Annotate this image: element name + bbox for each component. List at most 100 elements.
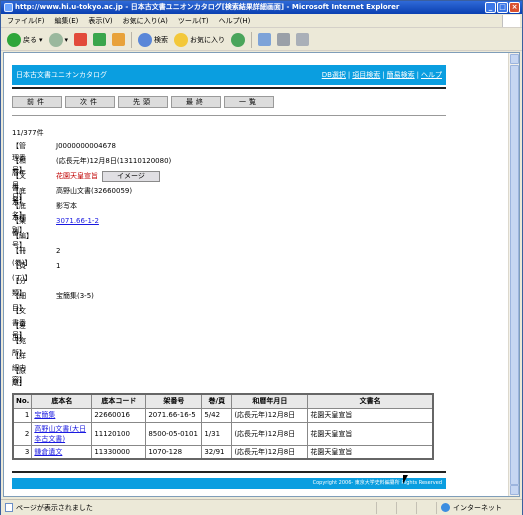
base-name-link[interactable]: 鎌倉遺文 [34, 448, 62, 456]
col-date: 和暦年月日 [231, 393, 309, 409]
page-icon [5, 503, 13, 512]
zone-label: インターネット [453, 503, 502, 512]
cell-date: (応長元年)12月8日 [231, 444, 309, 460]
list-button[interactable]: 一覧 [224, 96, 274, 108]
mail-icon[interactable] [258, 33, 272, 46]
forward-arrow-icon [48, 32, 63, 47]
cell-date: (応長元年)12月8日 [231, 407, 309, 423]
menu-favorites[interactable]: お気に入り(A) [123, 16, 168, 26]
table-row: 1 宝簡集 22660016 2071.66-16-5 5/42 (応長元年)1… [12, 407, 434, 423]
table-row: 3 鎌倉遺文 11330000 1070-128 32/91 (応長元年)12月… [12, 444, 434, 460]
record-count: 11/377件 [12, 129, 44, 137]
cell-no: 3 [12, 444, 33, 460]
cell-base-name: 高野山文書(大日本古文書) [31, 421, 93, 446]
cell-volume-page: 1/31 [201, 421, 233, 446]
forward-button[interactable]: ▾ [48, 32, 68, 47]
cell-no: 2 [12, 421, 33, 446]
help-link[interactable]: ヘルプ [421, 65, 442, 85]
cell-base-name: 宝簡集 [31, 407, 93, 423]
col-base-name: 底本名 [31, 393, 93, 409]
cell-date: (応長元年)12月8日 [231, 421, 309, 446]
scroll-thumb[interactable] [510, 65, 519, 485]
related-records-table: No. 底本名 底本コード 架番号 巻/頁 和暦年月日 文書名 1 宝簡集 22… [12, 393, 434, 460]
minimize-button[interactable]: _ [485, 2, 496, 13]
print-icon[interactable] [277, 33, 291, 46]
edit-icon[interactable] [296, 33, 310, 46]
back-label: 戻る [23, 35, 37, 44]
status-cell [396, 501, 416, 514]
menu-view[interactable]: 表示(V) [88, 16, 112, 26]
browser-window: http://www.hi.u-tokyo.ac.jp - 日本古文書ユニオンカ… [0, 0, 523, 515]
search-button[interactable]: 検索 [138, 32, 168, 47]
db-select-link[interactable]: DB選択 [322, 65, 346, 85]
cell-shelf-number: 8500-05-0101 [145, 421, 203, 446]
cell-shelf-number: 1070-128 [145, 444, 203, 460]
footer-divider [12, 471, 446, 473]
menu-edit[interactable]: 編集(E) [55, 16, 79, 26]
record-nav: 前件 次件 先頭 最終 一覧 [12, 96, 274, 108]
toolbar-separator [251, 31, 253, 48]
status-cell [416, 501, 436, 514]
field-value: 1 [56, 262, 61, 270]
header-links: DB選択 | 項目検索 | 簡易検索 | ヘルプ [322, 65, 442, 85]
next-record-button[interactable]: 次件 [65, 96, 115, 108]
cell-base-name: 鎌倉遺文 [31, 444, 93, 460]
col-shelf-number: 架番号 [145, 393, 203, 409]
menu-bar: ファイル(F) 編集(E) 表示(V) お気に入り(A) ツール(T) ヘルプ(… [1, 14, 522, 28]
field-value: J0000000004678 [56, 142, 116, 150]
site-header: 日本古文書ユニオンカタログ DB選択 | 項目検索 | 簡易検索 | ヘルプ [12, 65, 446, 85]
col-volume-page: 巻/頁 [201, 393, 233, 409]
page-footer: Copyright 2006- 東京大学史料編纂所 Rights Reserve… [12, 471, 446, 489]
home-icon[interactable] [112, 33, 126, 46]
windows-logo-icon [502, 15, 520, 27]
back-arrow-icon [7, 32, 21, 47]
title-bar: http://www.hi.u-tokyo.ac.jp - 日本古文書ユニオンカ… [1, 1, 522, 14]
cell-document-name: 花園天皇宣旨 [307, 421, 434, 446]
last-record-button[interactable]: 最終 [171, 96, 221, 108]
cell-document-name: 花園天皇宣旨 [307, 407, 434, 423]
field-label: 【編】 [12, 232, 33, 240]
menu-tools[interactable]: ツール(T) [178, 16, 209, 26]
header-divider [12, 87, 446, 89]
status-cell [376, 501, 396, 514]
scroll-up-button[interactable] [510, 54, 519, 64]
favorites-label: お気に入り [190, 35, 226, 44]
page-content: 日本古文書ユニオンカタログ DB選択 | 項目検索 | 簡易検索 | ヘルプ 前件 次… [3, 52, 520, 497]
stop-icon[interactable] [74, 33, 88, 46]
base-name-link[interactable]: 宝簡集 [34, 411, 55, 419]
field-value: (応長元年)12月8日(13110120080) [56, 157, 172, 165]
maximize-button[interactable]: □ [497, 2, 508, 13]
back-button[interactable]: 戻る ▾ [7, 32, 43, 47]
cell-base-code: 11330000 [91, 444, 147, 460]
cell-base-code: 11120100 [91, 421, 147, 446]
table-row: 2 高野山文書(大日本古文書) 11120100 8500-05-0101 1/… [12, 421, 434, 446]
menu-help[interactable]: ヘルプ(H) [219, 16, 251, 26]
first-record-button[interactable]: 先頭 [118, 96, 168, 108]
favorites-button[interactable]: お気に入り [174, 32, 226, 47]
cell-base-code: 22660016 [91, 407, 147, 423]
menu-file[interactable]: ファイル(F) [7, 16, 45, 26]
cell-volume-page: 5/42 [201, 407, 233, 423]
status-bar: ページが表示されました インターネット [1, 499, 522, 515]
base-name-link[interactable]: 高野山文書(大日本古文書) [34, 425, 86, 443]
field-value: 影写本 [56, 202, 77, 210]
globe-icon [441, 503, 450, 512]
status-message: ページが表示されました [16, 503, 93, 512]
close-button[interactable]: × [509, 2, 520, 13]
history-icon[interactable] [231, 32, 246, 47]
cell-shelf-number: 2071.66-16-5 [145, 407, 203, 423]
prev-record-button[interactable]: 前件 [12, 96, 62, 108]
security-zone: インターネット [436, 501, 522, 514]
nav-divider [12, 115, 446, 116]
col-document-name: 文書名 [307, 393, 434, 409]
scroll-down-button[interactable] [510, 485, 519, 495]
field-value: 2 [56, 247, 61, 255]
image-button[interactable]: イメージ [102, 170, 160, 182]
refresh-icon[interactable] [93, 33, 107, 46]
document-name: 花園天皇宣旨 [56, 172, 98, 180]
simple-search-link[interactable]: 簡易検索 [387, 65, 415, 85]
item-search-link[interactable]: 項目検索 [352, 65, 380, 85]
col-base-code: 底本コード [91, 393, 147, 409]
vertical-scrollbar[interactable] [508, 53, 519, 496]
shelf-number-link[interactable]: 3071.66-1-2 [56, 217, 99, 225]
